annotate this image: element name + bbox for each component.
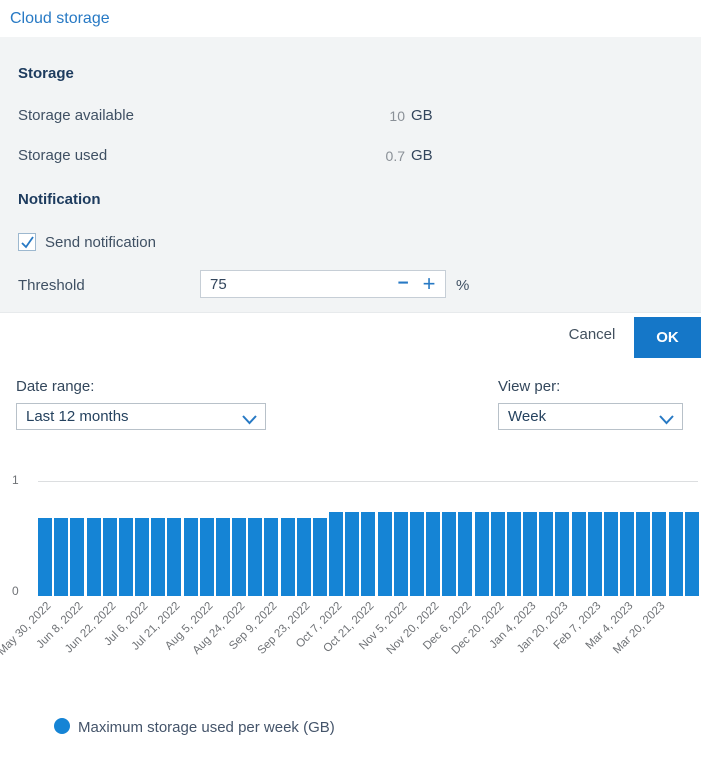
bar [184,518,198,596]
bar [216,518,230,596]
x-axis-tick-label: Oct 7, 2022 [244,600,344,700]
x-axis-tick-label: Sep 23, 2022 [212,600,312,700]
bar [281,518,295,596]
increment-button[interactable]: + [417,271,441,297]
x-axis-tick-label: Oct 21, 2022 [276,600,376,700]
x-axis-tick-label: May 30, 2022 [0,600,53,700]
bar [297,518,311,596]
bar [345,512,359,596]
bar [151,518,165,596]
cloud-storage-dialog: Cloud storage Storage Storage available … [0,0,701,759]
bar [200,518,214,596]
bar [87,518,101,596]
date-range-label: Date range: [16,378,94,395]
bar [620,512,634,596]
send-notification-checkbox[interactable] [18,233,36,251]
x-axis-tick-label: Mar 20, 2023 [568,600,668,700]
storage-available-label: Storage available [18,107,134,124]
bar [248,518,262,596]
bar [669,512,683,596]
storage-used-unit: GB [411,147,433,164]
bar [70,518,84,596]
date-range-value: Last 12 months [26,408,129,425]
bar [313,518,327,596]
threshold-input[interactable]: 75 − + [200,270,446,298]
bar [232,518,246,596]
legend-label: Maximum storage used per week (GB) [78,719,335,736]
storage-available-value: 10 [335,108,405,124]
bar [636,512,650,596]
bar [410,512,424,596]
view-per-label: View per: [498,378,560,395]
bar [329,512,343,596]
x-axis-tick-label: Feb 7, 2023 [503,600,603,700]
bar [491,512,505,596]
x-axis-tick-label: Aug 5, 2022 [115,600,215,700]
date-range-dropdown[interactable]: Last 12 months [16,403,266,430]
view-per-dropdown[interactable]: Week [498,403,683,430]
bar [588,512,602,596]
decrement-button[interactable]: − [391,271,415,297]
x-axis-tick-label: Jan 4, 2023 [438,600,538,700]
storage-used-value: 0.7 [335,148,405,164]
bar [135,518,149,596]
bar [167,518,181,596]
bar [604,512,618,596]
storage-used-label: Storage used [18,147,107,164]
bar [652,512,666,596]
x-axis-tick-label: Sep 9, 2022 [179,600,279,700]
x-axis-tick-label: Jun 22, 2022 [18,600,118,700]
threshold-label: Threshold [18,277,85,294]
x-axis-tick-label: Aug 24, 2022 [147,600,247,700]
bar [119,518,133,596]
y-axis-tick-1: 1 [12,473,30,487]
bar [523,512,537,596]
bar [539,512,553,596]
threshold-value: 75 [210,276,227,293]
bar [442,512,456,596]
bar [507,512,521,596]
page-title: Cloud storage [10,10,110,28]
bar [54,518,68,596]
cancel-button[interactable]: Cancel [560,325,624,344]
storage-available-unit: GB [411,107,433,124]
bar [378,512,392,596]
chevron-down-icon [242,412,257,430]
bar [38,518,52,596]
bar [103,518,117,596]
view-per-value: Week [508,408,546,425]
bar [458,512,472,596]
y-axis-tick-0: 0 [12,584,30,598]
x-axis-tick-label: Jul 6, 2022 [50,600,150,700]
threshold-unit: % [456,277,469,294]
plot-area [38,481,701,596]
ok-button[interactable]: OK [634,317,701,358]
bar [264,518,278,596]
legend-marker-icon [54,718,70,734]
x-axis-tick-label: Dec 20, 2022 [406,600,506,700]
x-axis-tick-label: Jan 20, 2023 [471,600,571,700]
x-axis-tick-label: Jul 21, 2022 [82,600,182,700]
bar [394,512,408,596]
bar [475,512,489,596]
x-axis-tick-label: Mar 4, 2023 [535,600,635,700]
chevron-down-icon [659,412,674,430]
x-axis-tick-label: Jun 8, 2022 [0,600,86,700]
send-notification-label: Send notification [45,234,156,251]
bar [426,512,440,596]
x-axis-tick-label: Nov 20, 2022 [341,600,441,700]
x-axis-tick-label: Dec 6, 2022 [373,600,473,700]
bar [685,512,699,596]
notification-section-heading: Notification [18,191,101,208]
bar [572,512,586,596]
storage-section-heading: Storage [18,65,74,82]
bar [361,512,375,596]
x-axis-tick-label: Nov 5, 2022 [309,600,409,700]
bar [555,512,569,596]
